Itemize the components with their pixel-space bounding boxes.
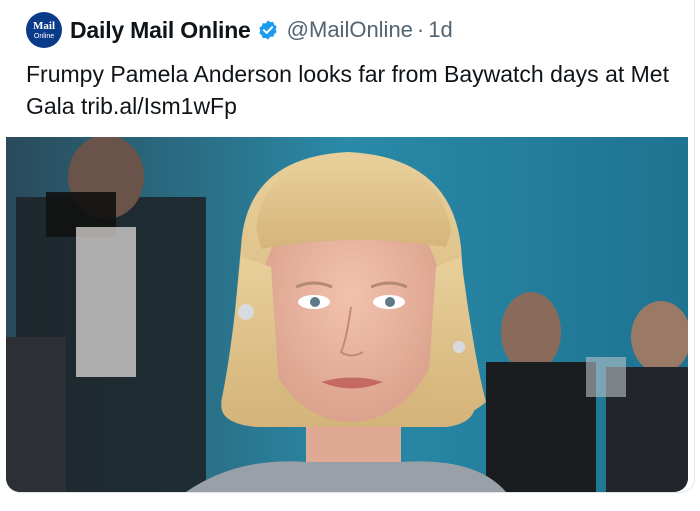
tweet-header: Mail Online Daily Mail Online @MailOnlin… (26, 10, 453, 50)
author-handle[interactable]: @MailOnline (287, 17, 413, 43)
photo-illustration (6, 137, 688, 492)
tweet-text: Frumpy Pamela Anderson looks far from Ba… (26, 61, 669, 119)
author-name[interactable]: Daily Mail Online (70, 17, 251, 44)
timestamp[interactable]: 1d (428, 17, 452, 43)
tweet-media-photo[interactable] (6, 137, 688, 492)
avatar-line2: Online (33, 32, 55, 40)
avatar-line1: Mail (33, 19, 55, 32)
avatar[interactable]: Mail Online (26, 12, 62, 48)
verified-badge-icon (259, 20, 277, 40)
separator-dot: · (416, 17, 425, 42)
